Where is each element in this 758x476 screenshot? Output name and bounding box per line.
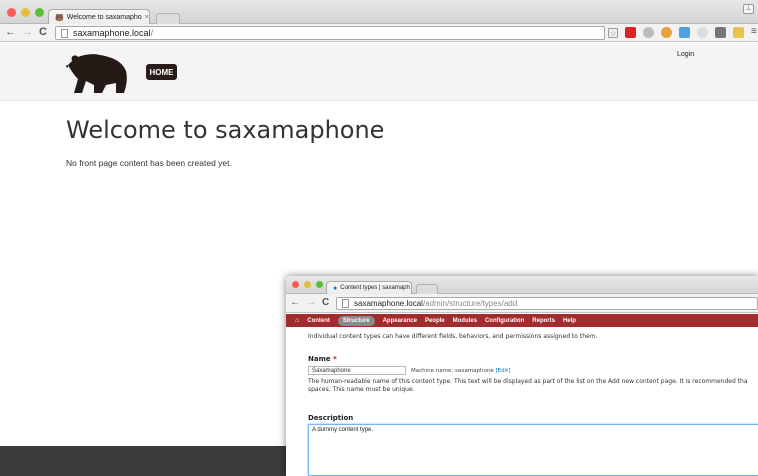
- new-tab-button[interactable]: [156, 13, 180, 24]
- zoom-window-button[interactable]: [35, 8, 44, 17]
- lastpass-extension-icon[interactable]: [625, 27, 636, 38]
- admin-reload-icon[interactable]: C: [322, 297, 329, 308]
- menu-structure[interactable]: Structure: [337, 315, 375, 326]
- front-titlebar: 🐻 Welcome to saxamapho × ⊥: [0, 0, 758, 25]
- admin-browser-toolbar: ← → C saxamaphone.local/admin/structure/…: [286, 294, 758, 313]
- admin-zoom-window-button[interactable]: [316, 281, 323, 288]
- close-window-button[interactable]: [7, 8, 16, 17]
- back-arrow-icon[interactable]: ←: [5, 26, 16, 38]
- nav-buttons: ← → C: [5, 26, 47, 38]
- admin-url-text: saxamaphone.local/admin/structure/types/…: [354, 299, 517, 308]
- login-link[interactable]: Login: [677, 51, 694, 58]
- extensions-bar: ☆ ≡: [608, 27, 758, 38]
- machine-name-text: Machine name: saxamaphone: [411, 368, 494, 374]
- page-title: Welcome to saxamaphone: [66, 116, 385, 144]
- bear-logo-icon[interactable]: [66, 51, 130, 95]
- admin-titlebar: ● Content types | saxamaph ×: [286, 276, 758, 294]
- admin-nav-buttons: ← → C: [290, 297, 329, 308]
- admin-tab-title: Content types | saxamaph: [340, 285, 410, 291]
- forward-arrow-icon[interactable]: →: [22, 26, 33, 38]
- menu-appearance[interactable]: Appearance: [383, 318, 417, 324]
- name-help-line1: The human-readable name of this content …: [308, 378, 748, 385]
- badge-extension-icon[interactable]: [679, 27, 690, 38]
- admin-window-controls: [292, 281, 323, 288]
- admin-back-arrow-icon[interactable]: ←: [290, 297, 300, 308]
- url-path: /: [150, 28, 154, 38]
- page-icon: [61, 28, 68, 38]
- cloud-extension-icon[interactable]: [697, 27, 708, 38]
- admin-home-icon[interactable]: ⌂: [295, 317, 299, 324]
- menu-people[interactable]: People: [425, 318, 445, 324]
- bear-favicon-icon: 🐻: [55, 14, 64, 22]
- photo-extension-icon[interactable]: [715, 27, 726, 38]
- admin-url-path: /admin/structure/types/add: [422, 299, 518, 308]
- bookmark-star-icon[interactable]: ☆: [608, 27, 618, 38]
- url-host: saxamaphone.local: [73, 28, 151, 38]
- name-help-line2: spaces. This name must be unique.: [308, 386, 415, 393]
- address-bar[interactable]: saxamaphone.local/: [55, 26, 605, 40]
- admin-minimize-window-button[interactable]: [304, 281, 311, 288]
- tab-content-types[interactable]: ● Content types | saxamaph ×: [326, 281, 412, 294]
- menu-help[interactable]: Help: [563, 318, 576, 324]
- window-controls: [7, 8, 44, 17]
- profile-icon[interactable]: ⊥: [743, 4, 754, 14]
- minimize-window-button[interactable]: [21, 8, 30, 17]
- reload-icon[interactable]: C: [39, 26, 47, 38]
- description-textarea[interactable]: A dummy content type.: [308, 424, 758, 476]
- name-label: Name *: [308, 355, 337, 363]
- machine-name-edit-link[interactable]: [Edit]: [496, 368, 511, 374]
- name-input[interactable]: Saxamaphone: [308, 366, 406, 375]
- drupal-favicon-icon: ●: [333, 284, 338, 292]
- ghostery-extension-icon[interactable]: [643, 27, 654, 38]
- admin-page-icon: [342, 299, 349, 308]
- required-mark: *: [333, 355, 337, 363]
- cookie-extension-icon[interactable]: [661, 27, 672, 38]
- menu-reports[interactable]: Reports: [532, 318, 555, 324]
- url-text: saxamaphone.local/: [73, 28, 153, 38]
- home-nav-button[interactable]: HOME: [146, 64, 177, 80]
- front-toolbar: ← → C saxamaphone.local/ ☆ ≡: [0, 24, 758, 42]
- menu-content[interactable]: Content: [307, 318, 330, 324]
- tab-welcome[interactable]: 🐻 Welcome to saxamapho ×: [48, 9, 150, 25]
- admin-new-tab-button[interactable]: [416, 284, 438, 294]
- admin-forward-arrow-icon[interactable]: →: [306, 297, 316, 308]
- folder-extension-icon[interactable]: [733, 27, 744, 38]
- admin-close-window-button[interactable]: [292, 281, 299, 288]
- menu-configuration[interactable]: Configuration: [485, 318, 524, 324]
- admin-browser-window: ● Content types | saxamaph × ← → C saxam…: [286, 276, 758, 476]
- name-label-text: Name: [308, 355, 331, 363]
- description-label: Description: [308, 414, 354, 422]
- admin-url-host: saxamaphone.local: [354, 299, 423, 308]
- tab-title: Welcome to saxamapho: [66, 14, 142, 21]
- menu-icon[interactable]: ≡: [751, 27, 758, 38]
- admin-address-bar[interactable]: saxamaphone.local/admin/structure/types/…: [336, 297, 758, 310]
- intro-text: Individual content types can have differ…: [308, 333, 598, 340]
- site-header: HOME Login: [0, 43, 758, 101]
- machine-name: Machine name: saxamaphone [Edit]: [411, 368, 510, 374]
- menu-modules[interactable]: Modules: [453, 318, 477, 324]
- drupal-admin-toolbar: ⌂ Content Structure Appearance People Mo…: [286, 314, 758, 327]
- front-page-message: No front page content has been created y…: [66, 158, 232, 168]
- tab-close-icon[interactable]: ×: [145, 14, 149, 21]
